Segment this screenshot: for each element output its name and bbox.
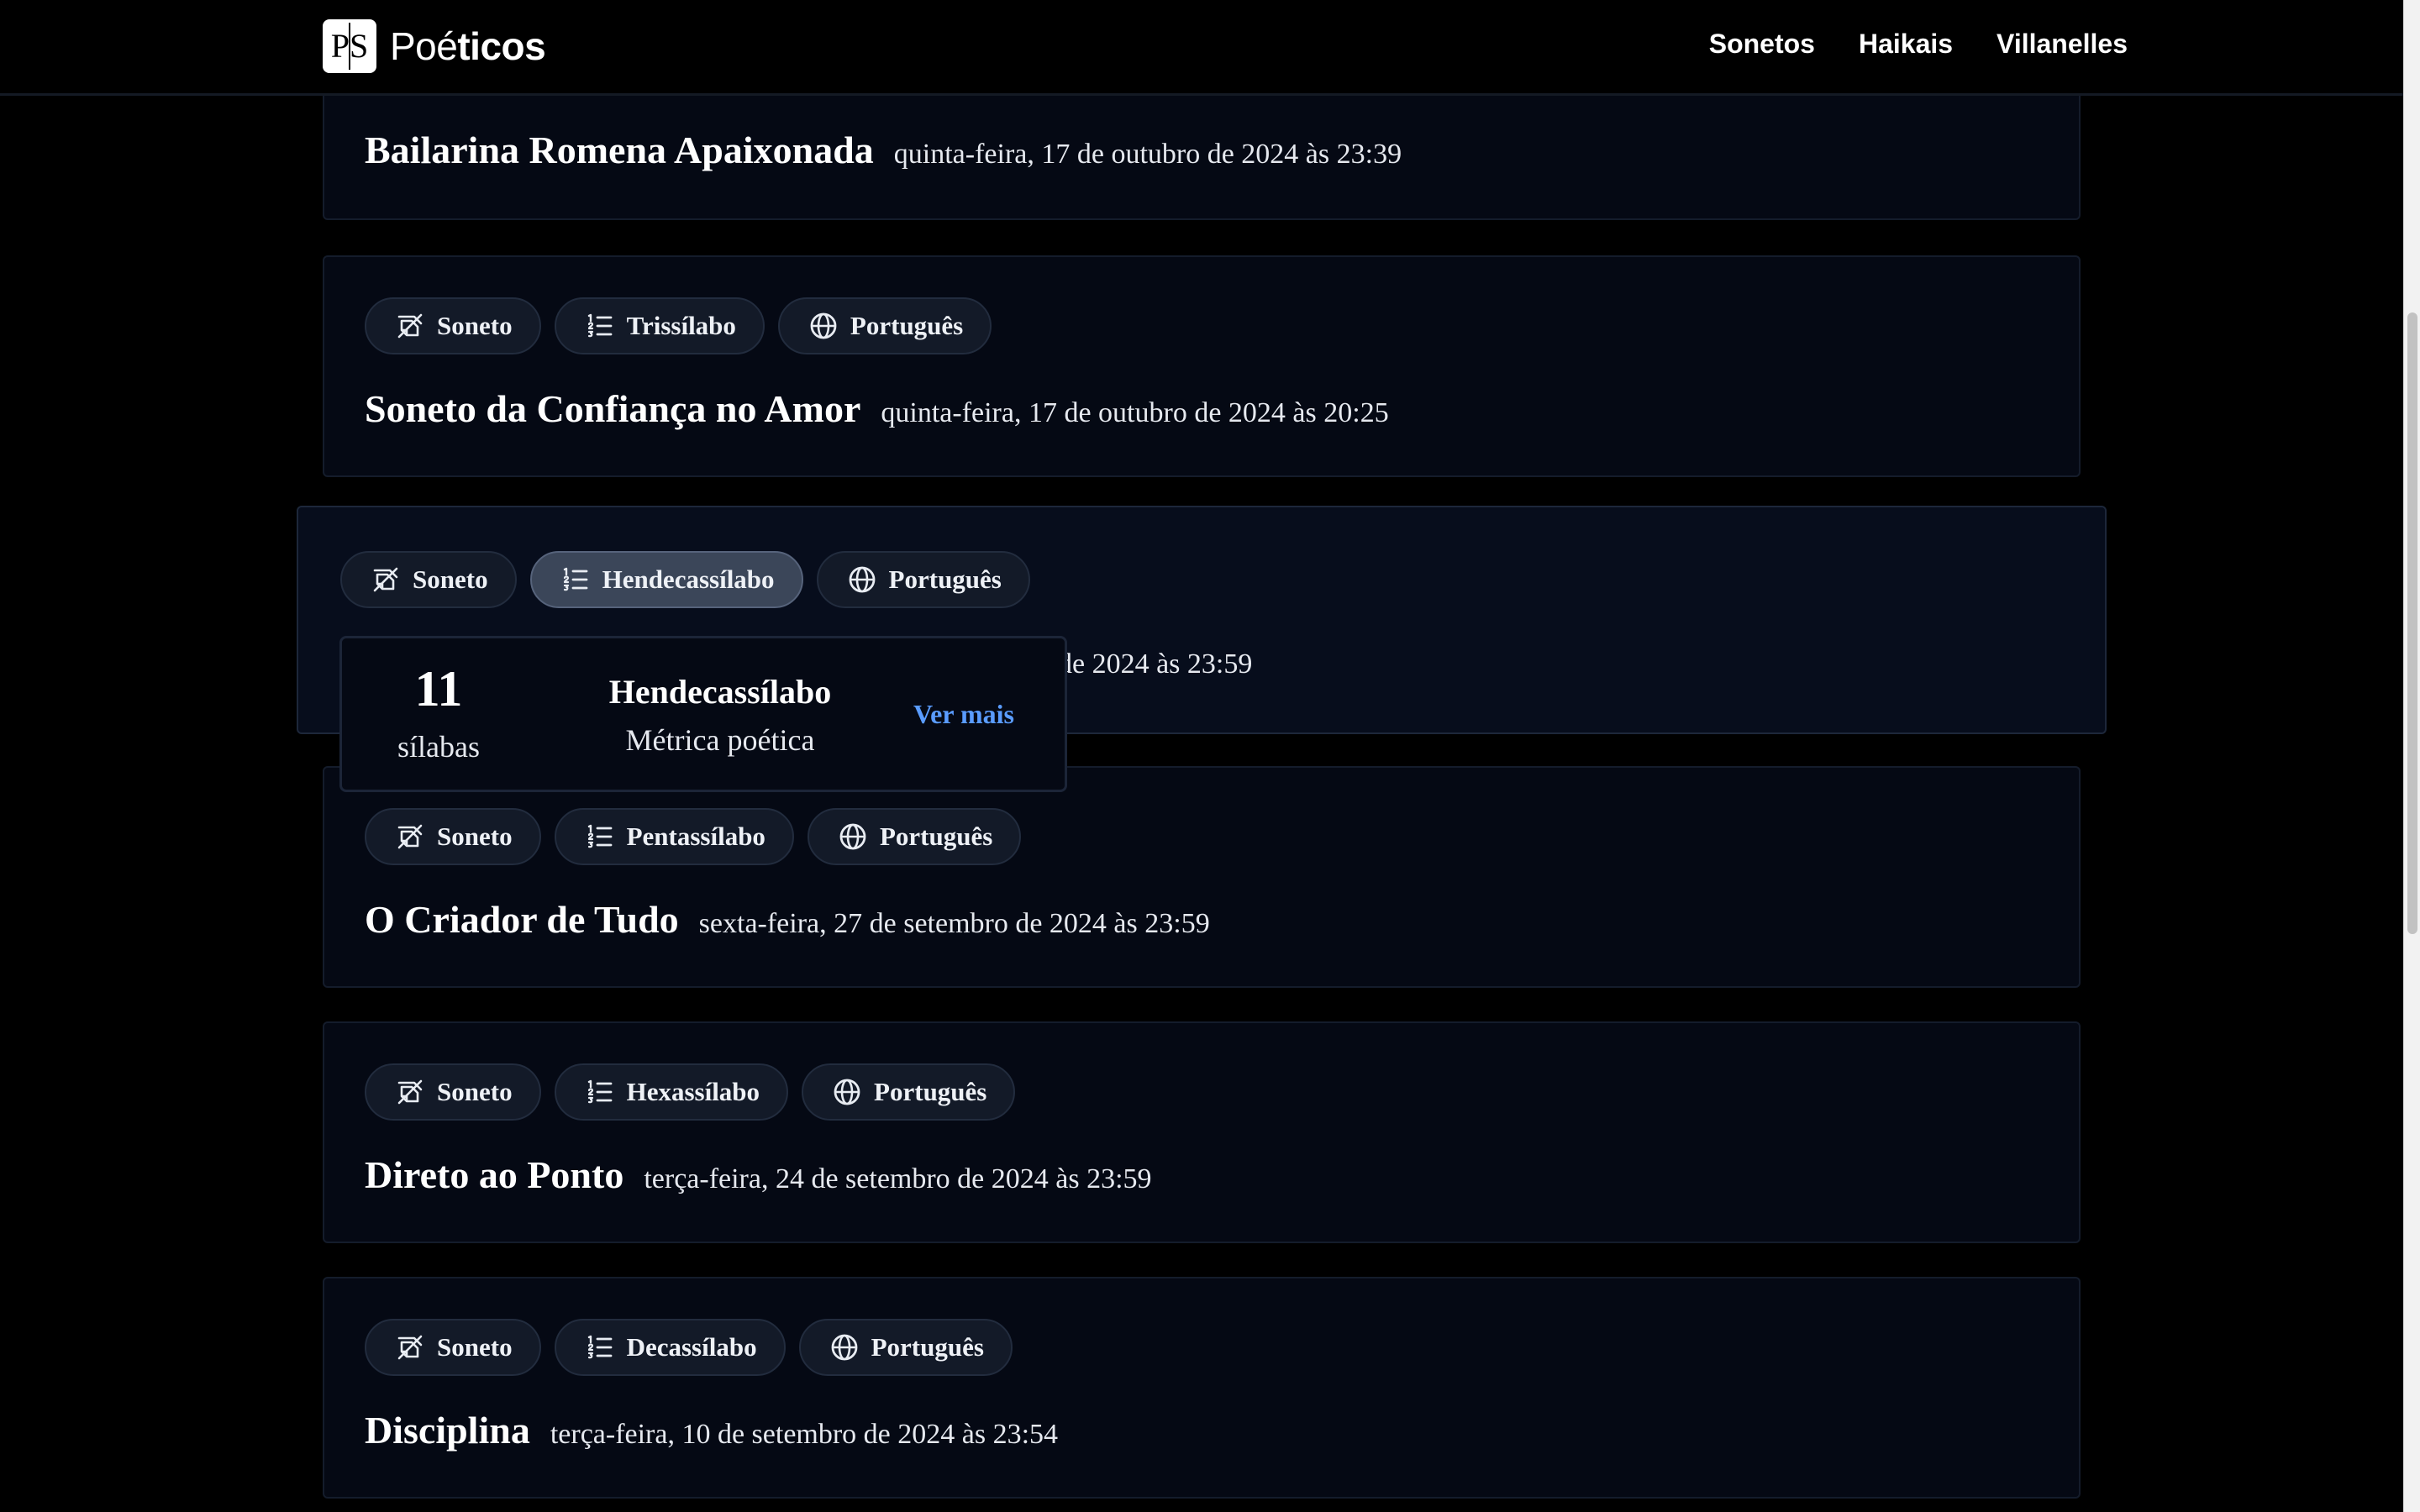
- tag-form[interactable]: Soneto: [340, 551, 517, 608]
- tag-form[interactable]: Soneto: [365, 1063, 541, 1121]
- nav-link-sonetos[interactable]: Sonetos: [1709, 29, 1815, 60]
- tag-label: Decassílabo: [626, 1332, 757, 1362]
- meter-popover: 11 sílabas Hendecassílabo Métrica poétic…: [339, 636, 1067, 792]
- poem-date: quinta-feira, 17 de outubro de 2024 às 2…: [881, 397, 1389, 428]
- logo-wordmark: Poéticos: [390, 24, 546, 69]
- tag-meter[interactable]: Trissílabo: [554, 297, 765, 354]
- poem-title-row: Soneto da Confiança no Amor quinta-feira…: [365, 386, 1389, 431]
- tag-label: Soneto: [437, 1332, 513, 1362]
- poem-title-row: Disciplina terça-feira, 10 de setembro d…: [365, 1408, 1058, 1452]
- nav-link-villanelles[interactable]: Villanelles: [1996, 29, 2128, 60]
- syllable-count: 11: [414, 661, 463, 717]
- tag-label: Soneto: [437, 822, 513, 851]
- poem-tags: Soneto Decassílabo Português: [365, 1319, 1013, 1376]
- poem-card[interactable]: Soneto Pentassílabo Português O Criador …: [323, 766, 2081, 988]
- meter-name: Hendecassílabo: [608, 673, 832, 711]
- poem-title[interactable]: Soneto da Confiança no Amor: [365, 386, 860, 431]
- poem-title-row: de 2024 às 23:59: [1058, 648, 1252, 680]
- poem-tags: Soneto Pentassílabo Português: [365, 808, 1022, 865]
- globe-icon: [810, 312, 837, 339]
- poem-card[interactable]: Soneto Hexassílabo Português Direto ao P…: [323, 1021, 2081, 1243]
- tag-label: Português: [874, 1077, 987, 1106]
- tag-meter[interactable]: Hexassílabo: [554, 1063, 789, 1121]
- meter-list-icon: [563, 567, 587, 591]
- poem-date: quinta-feira, 17 de outubro de 2024 às 2…: [893, 139, 1402, 170]
- poem-card[interactable]: Soneto Trissílabo Português Soneto da Co…: [323, 255, 2081, 477]
- tag-label: Soneto: [437, 1077, 513, 1106]
- meter-list-icon: [587, 1079, 612, 1104]
- poem-date: sexta-feira, 27 de setembro de 2024 às 2…: [698, 908, 1210, 939]
- poem-title-row: O Criador de Tudo sexta-feira, 27 de set…: [365, 897, 1210, 942]
- poem-date: terça-feira, 10 de setembro de 2024 às 2…: [550, 1419, 1059, 1450]
- poem-title[interactable]: O Criador de Tudo: [365, 897, 679, 942]
- logo-wordmark-bold: ticos: [457, 24, 546, 68]
- meter-list-icon: [587, 1335, 612, 1359]
- poem-title[interactable]: Direto ao Ponto: [365, 1152, 623, 1197]
- poem-date: de 2024 às 23:59: [1058, 648, 1253, 680]
- tag-label: Hexassílabo: [626, 1077, 760, 1106]
- sonnet-icon: [397, 1079, 423, 1105]
- page-scrollbar[interactable]: [2403, 0, 2420, 1512]
- poem-tags: Soneto Trissílabo Português: [365, 297, 992, 354]
- logo-mark: PS: [323, 19, 376, 73]
- sonnet-icon: [397, 1335, 423, 1360]
- tag-form[interactable]: Soneto: [365, 1319, 541, 1376]
- logo-wordmark-light: Poé: [390, 24, 458, 68]
- tag-label: Hendecassílabo: [602, 564, 775, 594]
- meter-list-icon: [587, 313, 612, 338]
- syllable-unit: sílabas: [397, 730, 480, 764]
- globe-icon: [849, 566, 875, 593]
- poem-title-row: Bailarina Romena Apaixonada quinta-feira…: [365, 128, 1402, 172]
- nav-link-haikais[interactable]: Haikais: [1859, 29, 1953, 60]
- tag-form[interactable]: Soneto: [365, 297, 541, 354]
- poem-date: terça-feira, 24 de setembro de 2024 às 2…: [644, 1163, 1152, 1194]
- poem-title[interactable]: Disciplina: [365, 1408, 530, 1452]
- sonnet-icon: [373, 567, 398, 592]
- tag-label: Pentassílabo: [626, 822, 765, 851]
- tag-meter[interactable]: Pentassílabo: [554, 808, 794, 865]
- tag-language[interactable]: Português: [807, 808, 1022, 865]
- scrollbar-thumb[interactable]: [2407, 312, 2417, 934]
- globe-icon: [831, 1334, 857, 1361]
- tag-label: Português: [879, 822, 993, 851]
- tag-meter[interactable]: Decassílabo: [554, 1319, 786, 1376]
- see-more-link[interactable]: Ver mais: [897, 699, 1031, 730]
- poem-tags: Soneto Hexassílabo Português: [365, 1063, 1016, 1121]
- tag-language[interactable]: Português: [798, 1319, 1013, 1376]
- poem-tags: Soneto Hendecassílabo Português: [340, 551, 1030, 608]
- tag-language[interactable]: Português: [816, 551, 1030, 608]
- tag-label: Português: [850, 311, 964, 340]
- tag-label: Trissílabo: [626, 311, 736, 340]
- tag-label: Português: [871, 1332, 984, 1362]
- main-nav: Sonetos Haikais Villanelles: [1709, 29, 2128, 60]
- tag-meter-active[interactable]: Hendecassílabo: [529, 551, 803, 608]
- tag-label: Soneto: [437, 311, 513, 340]
- tag-label: Soneto: [413, 564, 488, 594]
- meter-subtitle: Métrica poética: [625, 723, 815, 757]
- sonnet-icon: [397, 313, 423, 339]
- meter-list-icon: [587, 824, 612, 848]
- tag-language[interactable]: Português: [777, 297, 992, 354]
- tag-language[interactable]: Português: [802, 1063, 1016, 1121]
- globe-icon: [834, 1079, 860, 1105]
- tag-label: Português: [888, 564, 1002, 594]
- top-navbar: PS Poéticos Sonetos Haikais Villanelles: [0, 0, 2403, 96]
- poem-title-row: Direto ao Ponto terça-feira, 24 de setem…: [365, 1152, 1152, 1197]
- sonnet-icon: [397, 824, 423, 849]
- poem-card[interactable]: Soneto Decassílabo Português Disciplina …: [323, 1277, 2081, 1499]
- globe-icon: [839, 823, 866, 850]
- tag-form[interactable]: Soneto: [365, 808, 541, 865]
- site-logo[interactable]: PS Poéticos: [323, 19, 546, 73]
- poem-title[interactable]: Bailarina Romena Apaixonada: [365, 128, 874, 172]
